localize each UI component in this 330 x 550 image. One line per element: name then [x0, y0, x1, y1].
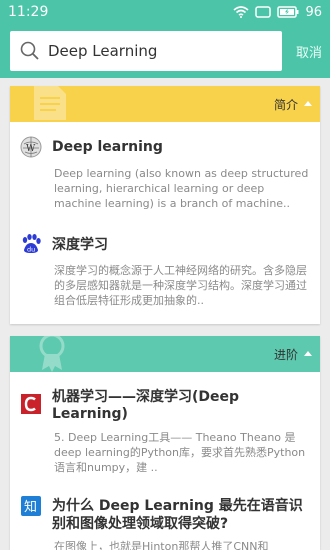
search-header: Deep Learning 取消: [0, 24, 330, 78]
svg-text:知: 知: [24, 499, 37, 515]
advanced-card-header: 进阶: [10, 336, 320, 372]
search-icon: [20, 41, 39, 60]
result-item[interactable]: W Deep learning Deep learning (also know…: [10, 136, 320, 211]
wifi-icon: [233, 6, 249, 18]
result-title: 机器学习——深度学习(Deep Learning): [52, 389, 240, 422]
document-deco-icon: [34, 86, 66, 120]
collapse-arrow-icon[interactable]: [304, 351, 312, 356]
result-description: 5. Deep Learning工具—— Theano Theano 是deep…: [54, 431, 306, 474]
result-item[interactable]: 机器学习——深度学习(Deep Learning) 5. Deep Learni…: [10, 386, 320, 475]
status-bar: 11:29 96: [0, 0, 330, 24]
result-item[interactable]: 知 为什么 Deep Learning 最先在语音识别和图像处理领域取得突破? …: [10, 495, 320, 550]
battery-level: 96: [305, 4, 322, 20]
award-deco-icon: [39, 336, 65, 372]
search-query: Deep Learning: [48, 42, 158, 60]
intro-card: 简介 W Deep learning Deep learning (also k…: [10, 86, 320, 324]
result-title-row: W Deep learning: [20, 136, 310, 158]
svg-text:W: W: [26, 144, 36, 154]
result-title-row: du 深度学习: [20, 233, 310, 255]
result-title: 为什么 Deep Learning 最先在语音识别和图像处理领域取得突破?: [52, 498, 303, 532]
result-item[interactable]: du 深度学习 深度学习的概念源于人工神经网络的研究。含多隐层的多层感知器就是一…: [10, 233, 320, 308]
result-description: Deep learning (also known as deep struct…: [54, 167, 309, 210]
csdn-icon: [20, 393, 42, 415]
battery-icon: [277, 6, 299, 18]
search-input[interactable]: Deep Learning: [10, 31, 282, 71]
result-title-row: 机器学习——深度学习(Deep Learning): [20, 386, 310, 422]
status-time: 11:29: [8, 4, 49, 20]
cancel-button[interactable]: 取消: [296, 42, 322, 61]
tab-advanced[interactable]: 进阶: [274, 346, 298, 363]
result-title-row: 知 为什么 Deep Learning 最先在语音识别和图像处理领域取得突破?: [20, 495, 310, 533]
screen-icon: [255, 6, 272, 18]
svg-text:du: du: [27, 246, 35, 254]
advanced-card: 进阶 机器学习——深度学习(Deep Learning) 5. Deep Lea…: [10, 336, 320, 550]
intro-card-header: 简介: [10, 86, 320, 122]
result-title: Deep learning: [52, 139, 163, 155]
result-description: 在图像上，也就是Hinton那帮人推了CNN和CONVNET出来，能用GPU跑，…: [54, 540, 269, 550]
result-title: 深度学习: [52, 237, 108, 253]
status-icons: 96: [233, 5, 322, 20]
baidu-icon: du: [20, 233, 42, 255]
result-description: 深度学习的概念源于人工神经网络的研究。含多隐层的多层感知器就是一种深度学习结构。…: [54, 264, 307, 307]
zhihu-icon: 知: [20, 495, 42, 517]
collapse-arrow-icon[interactable]: [304, 101, 312, 106]
tab-intro[interactable]: 简介: [274, 96, 298, 113]
wikipedia-icon: W: [20, 136, 42, 158]
